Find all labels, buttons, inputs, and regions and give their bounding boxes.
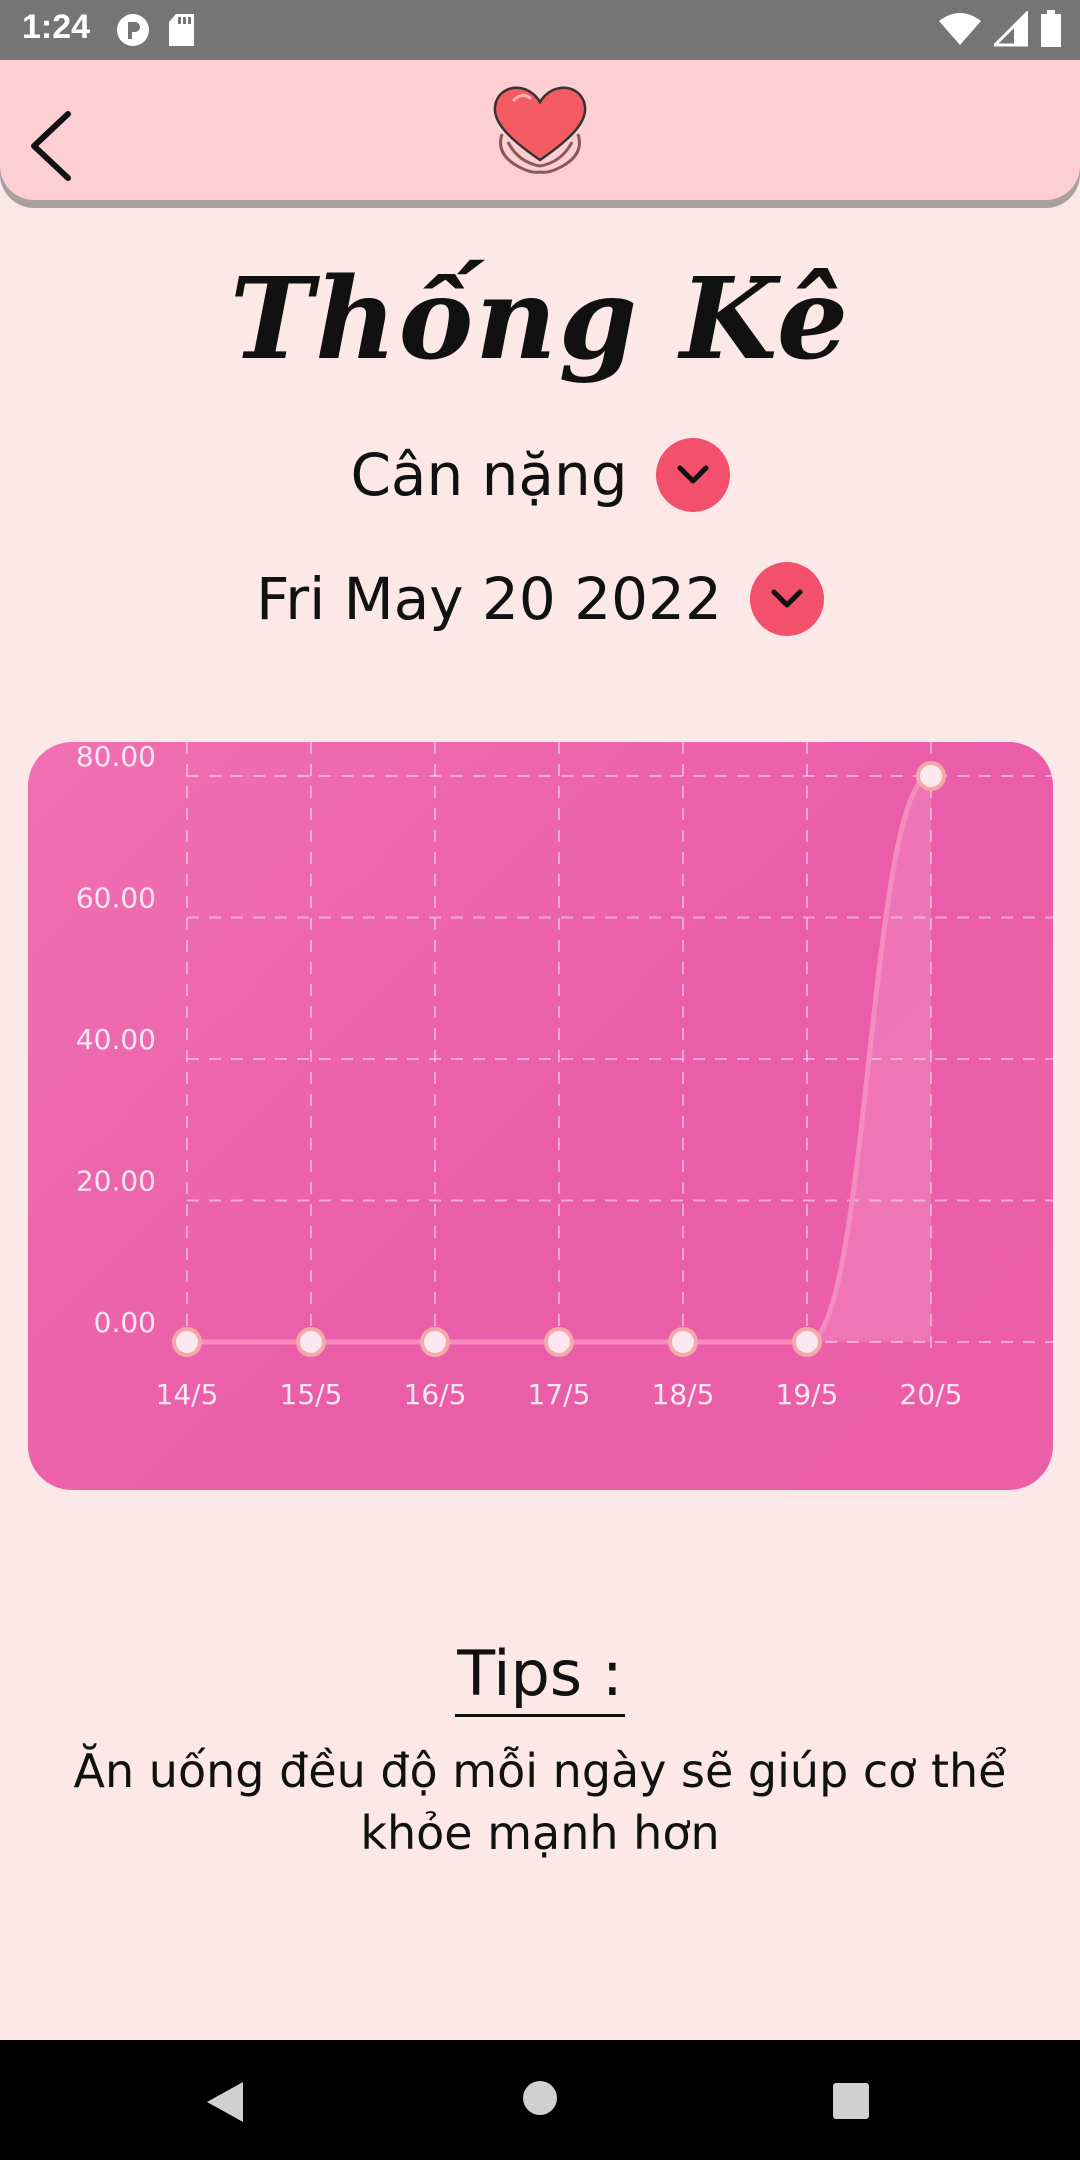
back-triangle-icon[interactable] bbox=[205, 2080, 245, 2124]
x-tick-label: 14/5 bbox=[156, 1378, 219, 1411]
x-tick-label: 18/5 bbox=[652, 1378, 715, 1411]
home-circle-icon[interactable] bbox=[522, 2080, 558, 2116]
chevron-down-icon bbox=[677, 465, 709, 484]
date-dropdown-button[interactable] bbox=[749, 562, 824, 636]
y-tick-label: 20.00 bbox=[76, 1165, 156, 1198]
data-point bbox=[668, 1327, 698, 1357]
y-tick-label: 0.00 bbox=[94, 1306, 156, 1339]
tips-title: Tips : bbox=[0, 1634, 1080, 1717]
y-tick-label: 40.00 bbox=[76, 1023, 156, 1056]
data-point bbox=[792, 1327, 822, 1357]
date-selector-label: Fri May 20 2022 bbox=[256, 565, 722, 633]
x-tick-label: 20/5 bbox=[900, 1378, 963, 1411]
status-bar: 1:24 bbox=[0, 0, 1080, 60]
metric-selector-label: Cân nặng bbox=[350, 441, 628, 509]
chevron-down-icon bbox=[771, 589, 803, 608]
y-tick-label: 60.00 bbox=[76, 882, 156, 915]
y-tick-label: 80.00 bbox=[76, 742, 156, 773]
metric-selector[interactable]: Cân nặng bbox=[0, 438, 1080, 512]
sd-card-icon bbox=[169, 14, 194, 46]
tips-text: Ăn uống đều độ mỗi ngày sẽ giúp cơ thể k… bbox=[73, 1744, 1007, 1860]
x-tick-label: 16/5 bbox=[404, 1378, 467, 1411]
app-header bbox=[0, 60, 1080, 200]
status-time: 1:24 bbox=[22, 8, 91, 46]
page-title: Thống Kê bbox=[229, 254, 851, 385]
battery-icon bbox=[1041, 10, 1061, 47]
data-point bbox=[916, 761, 946, 791]
notification-p-icon bbox=[117, 14, 149, 46]
data-point bbox=[544, 1327, 574, 1357]
x-tick-label: 15/5 bbox=[280, 1378, 343, 1411]
data-point bbox=[172, 1327, 202, 1357]
date-selector[interactable]: Fri May 20 2022 bbox=[0, 562, 1080, 636]
weight-chart: 0.00 20.00 40.00 60.00 80.00 14/5 15/5 16/5 17/5… bbox=[28, 742, 1053, 1490]
x-tick-label: 17/5 bbox=[528, 1378, 591, 1411]
data-point bbox=[296, 1327, 326, 1357]
chevron-left-icon[interactable] bbox=[24, 106, 84, 186]
tips-title-text: Tips : bbox=[455, 1634, 625, 1717]
recents-square-icon[interactable] bbox=[832, 2082, 870, 2120]
navigation-bar bbox=[0, 2040, 1080, 2160]
data-point bbox=[420, 1327, 450, 1357]
line-chart: 0.00 20.00 40.00 60.00 80.00 14/5 15/5 16/5 17/5… bbox=[76, 742, 1053, 1411]
heart-hands-logo bbox=[493, 86, 587, 174]
signal-icon bbox=[994, 11, 1028, 47]
wifi-icon bbox=[939, 13, 981, 45]
metric-dropdown-button[interactable] bbox=[655, 438, 730, 512]
x-tick-label: 19/5 bbox=[776, 1378, 839, 1411]
